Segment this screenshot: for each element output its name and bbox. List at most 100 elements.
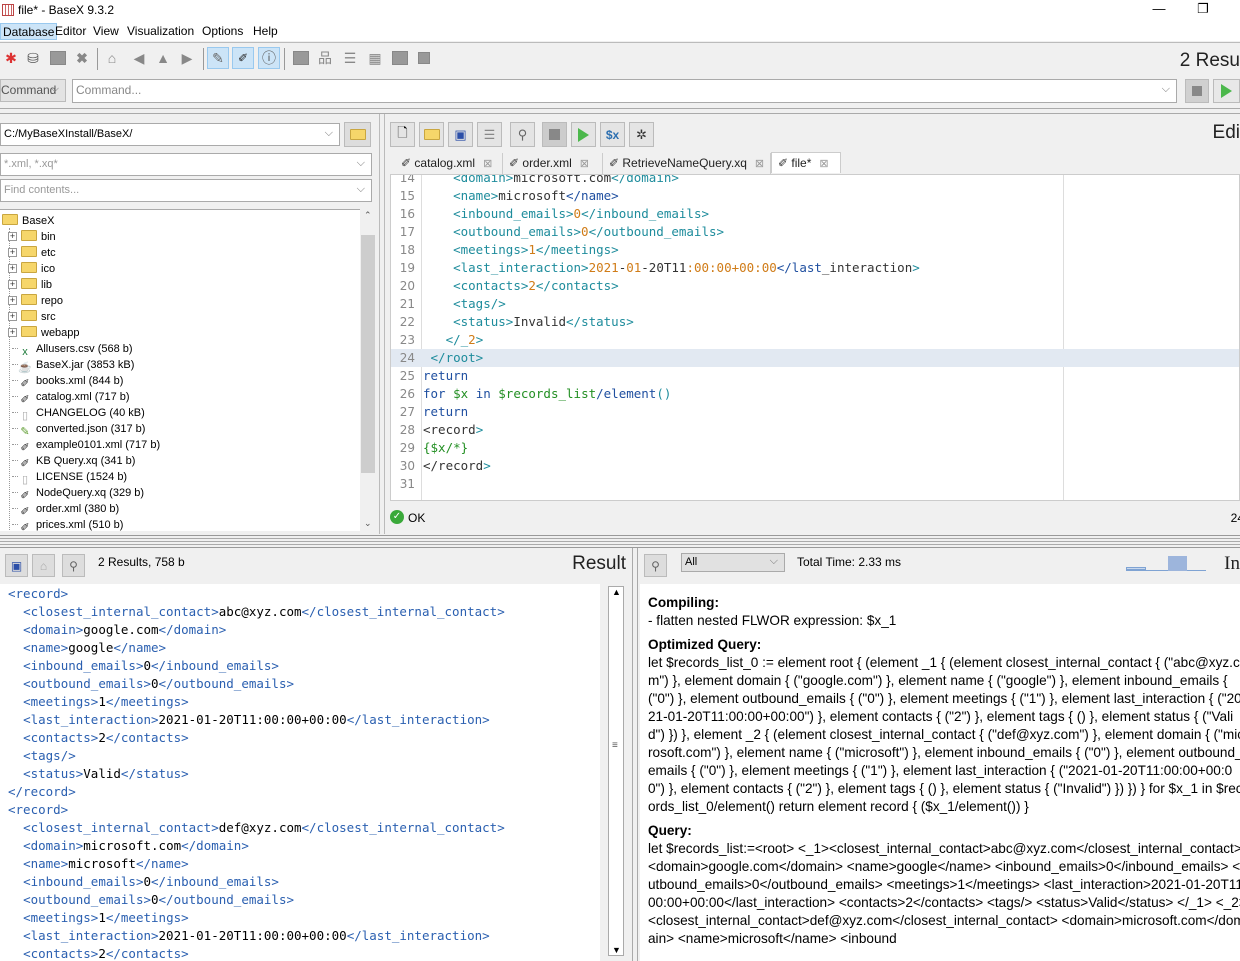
code-editor[interactable]: 14 <domain>microsoft.com</domain> 15 <nam… bbox=[390, 174, 1240, 501]
minimize-button[interactable]: — bbox=[1136, 0, 1182, 20]
home-icon[interactable]: ⌂ bbox=[32, 554, 55, 577]
tree-folder-src[interactable]: + src bbox=[8, 309, 56, 325]
expand-icon[interactable]: + bbox=[8, 232, 17, 241]
tree-folder-lib[interactable]: + lib bbox=[8, 277, 52, 293]
scroll-thumb-grip[interactable]: ≡ bbox=[612, 740, 618, 751]
info-filter-select[interactable]: All ⌵ bbox=[681, 553, 785, 572]
forward-icon[interactable]: ▶ bbox=[176, 47, 198, 69]
result-toggle-icon[interactable]: ✐ bbox=[232, 47, 254, 69]
tree-scroll-thumb[interactable] bbox=[361, 235, 375, 473]
search-icon[interactable]: ⚲ bbox=[62, 554, 85, 577]
tab-order-xml[interactable]: ✐ order.xml ⊠ bbox=[503, 153, 603, 174]
tree-file[interactable]: x Allusers.csv (568 b) bbox=[12, 341, 133, 358]
tab-catalog-xml[interactable]: ✐ catalog.xml ⊠ bbox=[395, 153, 503, 174]
expand-icon[interactable]: + bbox=[8, 280, 17, 289]
plot-view-icon[interactable] bbox=[413, 47, 435, 69]
menu-visualization[interactable]: Visualization bbox=[125, 23, 196, 40]
close-tab-icon[interactable]: ⊠ bbox=[580, 158, 589, 170]
info-toggle-icon[interactable]: ⓘ bbox=[258, 47, 280, 69]
editor-toggle-icon[interactable]: ✎ bbox=[207, 47, 229, 69]
tree-file[interactable]: ✐ books.xml (844 b) bbox=[12, 373, 123, 390]
tree-view-icon[interactable]: 品 bbox=[314, 47, 336, 69]
open-database-icon[interactable]: ⛁ bbox=[22, 47, 44, 69]
restore-button[interactable]: ❐ bbox=[1180, 0, 1226, 20]
close-database-icon[interactable]: ✖ bbox=[71, 47, 93, 69]
expand-icon[interactable]: + bbox=[8, 264, 17, 273]
new-file-icon[interactable]: 🗋 bbox=[390, 122, 415, 147]
scroll-up-icon[interactable]: ▲ bbox=[612, 587, 621, 597]
result-scrollbar[interactable]: ▲ ≡ ▼ bbox=[608, 586, 624, 956]
chevron-down-icon: ⌵ bbox=[769, 555, 778, 567]
menu-database[interactable]: Database bbox=[0, 23, 58, 40]
map-view-icon[interactable] bbox=[290, 47, 312, 69]
menu-editor[interactable]: Editor bbox=[53, 23, 88, 40]
vertical-splitter[interactable] bbox=[632, 548, 638, 961]
tree-file[interactable]: ✐ KB Query.xq (341 b) bbox=[12, 453, 135, 470]
explorer-view-icon[interactable] bbox=[389, 47, 411, 69]
close-tab-icon[interactable]: ⊠ bbox=[819, 158, 828, 170]
command-input[interactable]: Command... ⌵ bbox=[72, 79, 1177, 103]
find-replace-icon[interactable]: ⚲ bbox=[510, 122, 535, 147]
scroll-down-icon[interactable]: ⌄ bbox=[364, 518, 372, 529]
command-mode-select[interactable]: Command ⌵ bbox=[0, 79, 66, 102]
new-database-icon[interactable]: ✱ bbox=[0, 47, 22, 69]
tree-file[interactable]: ☕ BaseX.jar (3853 kB) bbox=[12, 357, 134, 374]
menu-help[interactable]: Help bbox=[251, 23, 280, 40]
expand-icon[interactable]: + bbox=[8, 296, 17, 305]
run-command-button[interactable] bbox=[1213, 79, 1240, 103]
line-number: 21 bbox=[399, 297, 415, 311]
folder-view-icon[interactable]: ☰ bbox=[339, 47, 361, 69]
tree-file[interactable]: ✐ example0101.xml (717 b) bbox=[12, 437, 160, 454]
tree-file[interactable]: ▯ LICENSE (1524 b) bbox=[12, 469, 127, 486]
close-tab-icon[interactable]: ⊠ bbox=[483, 158, 492, 170]
stop-command-button[interactable] bbox=[1185, 79, 1209, 103]
save-file-icon[interactable]: ▣ bbox=[448, 122, 473, 147]
expand-icon[interactable]: + bbox=[8, 328, 17, 337]
find-contents-input[interactable]: Find contents... ⌵ bbox=[0, 179, 372, 202]
show-list-icon[interactable]: ☰ bbox=[477, 122, 502, 147]
tree-folder-bin[interactable]: + bin bbox=[8, 229, 56, 245]
menu-options[interactable]: Options bbox=[200, 23, 245, 40]
stop-query-icon[interactable] bbox=[542, 122, 567, 147]
project-path-select[interactable]: C:/MyBaseXInstall/BaseX/ ⌵ bbox=[0, 123, 340, 146]
info-content[interactable]: Compiling: - flatten nested FLWOR expres… bbox=[648, 588, 1240, 961]
tree-folder-etc[interactable]: + etc bbox=[8, 245, 56, 261]
splitter[interactable] bbox=[0, 535, 1240, 548]
tab-retrievenamequery-xq[interactable]: ✐ RetrieveNameQuery.xq ⊠ bbox=[603, 153, 771, 174]
expand-icon[interactable]: + bbox=[8, 312, 17, 321]
back-icon[interactable]: ◀ bbox=[128, 47, 150, 69]
code-token: </outbound_emails> bbox=[588, 224, 725, 239]
up-icon[interactable]: ▲ bbox=[152, 47, 174, 69]
debug-icon[interactable]: ✲ bbox=[629, 122, 654, 147]
tree-file[interactable]: ✐ NodeQuery.xq (329 b) bbox=[12, 485, 144, 502]
open-directory-button[interactable] bbox=[344, 122, 371, 147]
tree-file[interactable]: ✐ prices.xml (510 b) bbox=[12, 517, 123, 531]
search-icon[interactable]: ⚲ bbox=[644, 554, 667, 577]
tree-folder-repo[interactable]: + repo bbox=[8, 293, 63, 309]
chevron-down-icon[interactable]: ⌵ bbox=[1162, 83, 1170, 96]
tree-file[interactable]: ✎ converted.json (317 b) bbox=[12, 421, 145, 438]
open-file-icon[interactable] bbox=[419, 122, 444, 147]
save-result-icon[interactable]: ▣ bbox=[5, 554, 28, 577]
variables-icon[interactable]: $x bbox=[600, 122, 625, 147]
vertical-splitter[interactable] bbox=[380, 114, 385, 534]
menu-view[interactable]: View bbox=[91, 23, 121, 40]
properties-icon[interactable] bbox=[47, 47, 69, 69]
run-query-icon[interactable] bbox=[571, 122, 596, 147]
tree-file[interactable]: ✐ catalog.xml (717 b) bbox=[12, 389, 130, 406]
home-icon[interactable]: ⌂ bbox=[101, 47, 123, 69]
file-filter-input[interactable]: *.xml, *.xq* ⌵ bbox=[0, 153, 372, 176]
tree-root-basex[interactable]: BaseX bbox=[2, 213, 54, 229]
tree-folder-ico[interactable]: + ico bbox=[8, 261, 55, 277]
result-output[interactable]: <record> <closest_internal_contact>abc@x… bbox=[0, 584, 600, 961]
close-tab-icon[interactable]: ⊠ bbox=[755, 158, 764, 170]
tab-file[interactable]: ✐ file* ⊠ bbox=[771, 152, 841, 173]
tree-folder-webapp[interactable]: + webapp bbox=[8, 325, 80, 341]
scroll-up-icon[interactable]: ⌃ bbox=[364, 210, 372, 221]
table-view-icon[interactable]: ▦ bbox=[364, 47, 386, 69]
expand-icon[interactable]: + bbox=[8, 248, 17, 257]
tree-file[interactable]: ✐ order.xml (380 b) bbox=[12, 501, 120, 518]
scroll-down-icon[interactable]: ▼ bbox=[612, 945, 621, 955]
tree-file-label: order.xml (380 b) bbox=[36, 503, 120, 515]
tree-file[interactable]: ▯ CHANGELOG (40 kB) bbox=[12, 405, 145, 422]
